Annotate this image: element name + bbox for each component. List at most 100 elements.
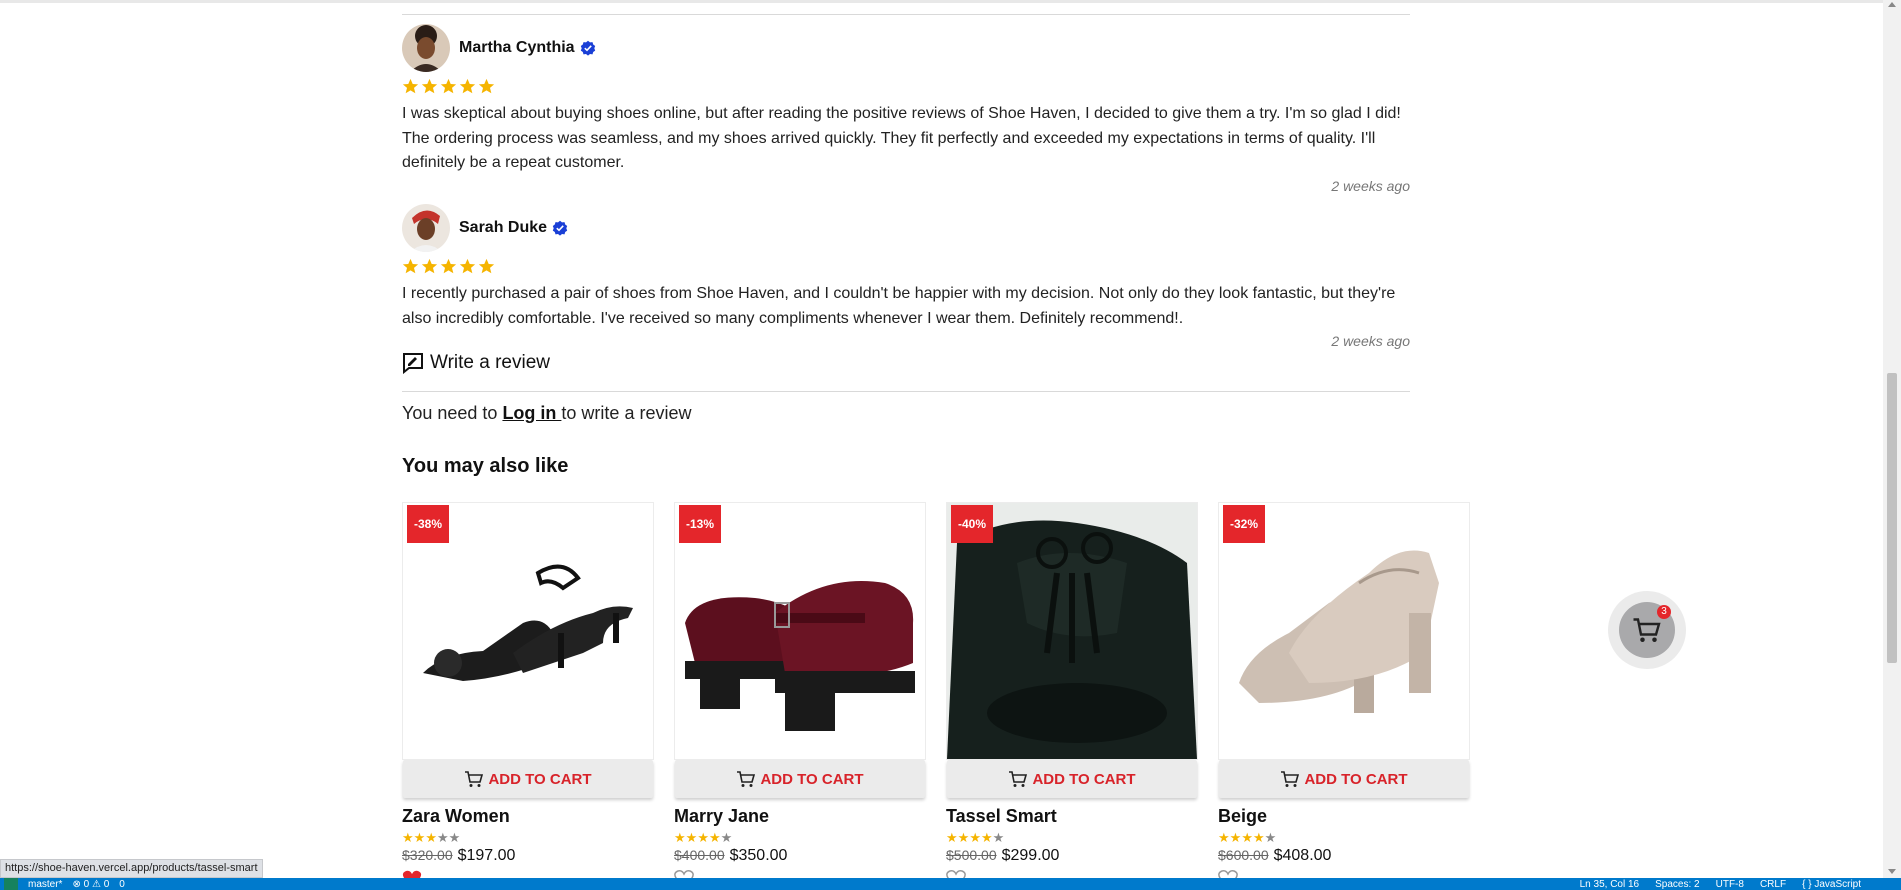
verified-badge-icon	[552, 220, 568, 236]
new-price: $299.00	[1001, 847, 1060, 864]
product-name[interactable]: Beige	[1218, 806, 1470, 827]
add-to-cart-button[interactable]: ADD TO CART	[947, 760, 1197, 798]
review-timestamp: 2 weeks ago	[1331, 333, 1410, 349]
review-rating-stars	[402, 256, 1410, 276]
star-icon: ★	[969, 830, 981, 845]
product-rating-stars: ★ ★ ★ ★ ★	[402, 831, 654, 845]
add-to-cart-button[interactable]: ADD TO CART	[403, 760, 653, 798]
new-price: $408.00	[1273, 847, 1332, 864]
floating-cart-button[interactable]: 3	[1608, 591, 1686, 669]
old-price: $400.00	[674, 847, 725, 863]
editor-status-bar: master* ⊗ 0 ⚠ 0 0 Ln 35, Col 16 Spaces: …	[0, 878, 1901, 890]
review-divider	[402, 14, 1410, 15]
related-products-list: -38% ADD TO CART Zara Women ★ ★ ★ ★ ★ $3…	[402, 502, 1470, 883]
review-timestamp: 2 weeks ago	[1331, 177, 1410, 194]
product-price: $600.00 $408.00	[1218, 847, 1470, 865]
star-icon	[402, 258, 419, 273]
login-prompt-suffix: to write a review	[561, 403, 692, 423]
star-icon: ★	[674, 830, 686, 845]
cart-icon	[1009, 771, 1028, 787]
review-item: Martha Cynthia I was skeptical about buy…	[402, 24, 1410, 194]
scrollbar-thumb[interactable]	[1887, 373, 1897, 663]
product-image[interactable]: -32%	[1218, 502, 1470, 760]
product-image[interactable]: -40%	[946, 502, 1198, 760]
reviewer-name: Martha Cynthia	[459, 39, 575, 56]
write-review-divider	[402, 391, 1410, 392]
login-link[interactable]: Log in	[502, 403, 561, 423]
cart-icon	[737, 771, 756, 787]
write-review-icon	[403, 353, 423, 374]
star-icon: ★	[708, 830, 721, 845]
add-to-cart-label: ADD TO CART	[1032, 770, 1136, 788]
add-to-cart-button[interactable]: ADD TO CART	[1219, 760, 1469, 798]
star-icon	[478, 78, 495, 93]
product-rating-stars: ★ ★ ★ ★ ★	[674, 831, 926, 845]
git-branch[interactable]: master*	[28, 879, 62, 890]
product-price: $500.00 $299.00	[946, 847, 1198, 865]
star-icon	[478, 258, 495, 273]
star-icon: ★	[436, 830, 449, 845]
product-card[interactable]: -32% ADD TO CART Beige ★ ★ ★ ★ ★ $600.00…	[1218, 502, 1470, 883]
link-url-tooltip: https://shoe-haven.vercel.app/products/t…	[0, 859, 263, 878]
cart-icon	[1633, 618, 1661, 642]
star-icon	[421, 258, 438, 273]
product-image[interactable]: -38%	[402, 502, 654, 760]
product-image[interactable]: -13%	[674, 502, 926, 760]
review-item: Sarah Duke I recently purchased a pair o…	[402, 204, 1410, 349]
new-price: $197.00	[457, 847, 516, 864]
page-top-edge	[0, 0, 1883, 3]
star-icon: ★	[980, 830, 993, 845]
login-prompt: You need to Log in to write a review	[402, 403, 691, 424]
star-icon: ★	[992, 830, 1005, 845]
discount-badge: -13%	[679, 505, 722, 543]
star-icon: ★	[448, 830, 461, 845]
star-icon: ★	[1229, 830, 1242, 845]
review-text: I recently purchased a pair of shoes fro…	[402, 285, 1396, 327]
discount-badge: -32%	[1223, 505, 1266, 543]
cart-count-badge: 3	[1657, 605, 1671, 619]
star-icon: ★	[413, 830, 426, 845]
star-icon: ★	[425, 830, 437, 845]
product-rating-stars: ★ ★ ★ ★ ★	[1218, 831, 1470, 845]
reviewer-avatar	[402, 24, 450, 72]
cart-icon	[1281, 771, 1300, 787]
page-scrollbar[interactable]	[1883, 0, 1901, 878]
problems-count[interactable]: ⊗ 0 ⚠ 0	[72, 879, 109, 890]
file-encoding[interactable]: UTF-8	[1716, 879, 1744, 890]
star-icon	[402, 78, 419, 93]
add-to-cart-label: ADD TO CART	[488, 770, 592, 788]
old-price: $320.00	[402, 847, 453, 863]
remote-icon[interactable]	[4, 878, 18, 890]
add-to-cart-button[interactable]: ADD TO CART	[675, 760, 925, 798]
product-name[interactable]: Zara Women	[402, 806, 654, 827]
add-to-cart-label: ADD TO CART	[760, 770, 864, 788]
review-rating-stars	[402, 76, 1410, 96]
write-review-heading: Write a review	[402, 352, 550, 374]
cart-icon	[465, 771, 484, 787]
indentation[interactable]: Spaces: 2	[1655, 879, 1699, 890]
old-price: $600.00	[1218, 847, 1269, 863]
star-icon: ★	[1252, 830, 1265, 845]
new-price: $350.00	[729, 847, 788, 864]
product-rating-stars: ★ ★ ★ ★ ★	[946, 831, 1198, 845]
star-icon	[459, 78, 476, 93]
verified-badge-icon	[580, 40, 595, 56]
star-icon: ★	[946, 830, 958, 845]
language-mode[interactable]: { } JavaScript	[1802, 879, 1861, 890]
star-icon: ★	[1264, 830, 1277, 845]
line-endings[interactable]: CRLF	[1760, 879, 1786, 890]
cursor-position[interactable]: Ln 35, Col 16	[1580, 879, 1640, 890]
product-name[interactable]: Tassel Smart	[946, 806, 1198, 827]
product-name[interactable]: Marry Jane	[674, 806, 926, 827]
scroll-down-arrow-icon[interactable]	[1888, 869, 1896, 874]
reviewer-name: Sarah Duke	[459, 219, 548, 236]
scroll-up-arrow-icon[interactable]	[1888, 2, 1896, 7]
star-icon: ★	[1241, 830, 1253, 845]
old-price: $500.00	[946, 847, 997, 863]
product-card[interactable]: -13% ADD TO CART Marry Jane ★ ★ ★ ★ ★ $4…	[674, 502, 926, 883]
ports-count[interactable]: 0	[119, 879, 125, 890]
product-card[interactable]: -38% ADD TO CART Zara Women ★ ★ ★ ★ ★ $3…	[402, 502, 654, 883]
product-card[interactable]: -40% ADD TO CART Tassel Smart ★★★★★	[946, 502, 1198, 883]
star-icon: ★	[685, 830, 698, 845]
add-to-cart-label: ADD TO CART	[1304, 770, 1408, 788]
